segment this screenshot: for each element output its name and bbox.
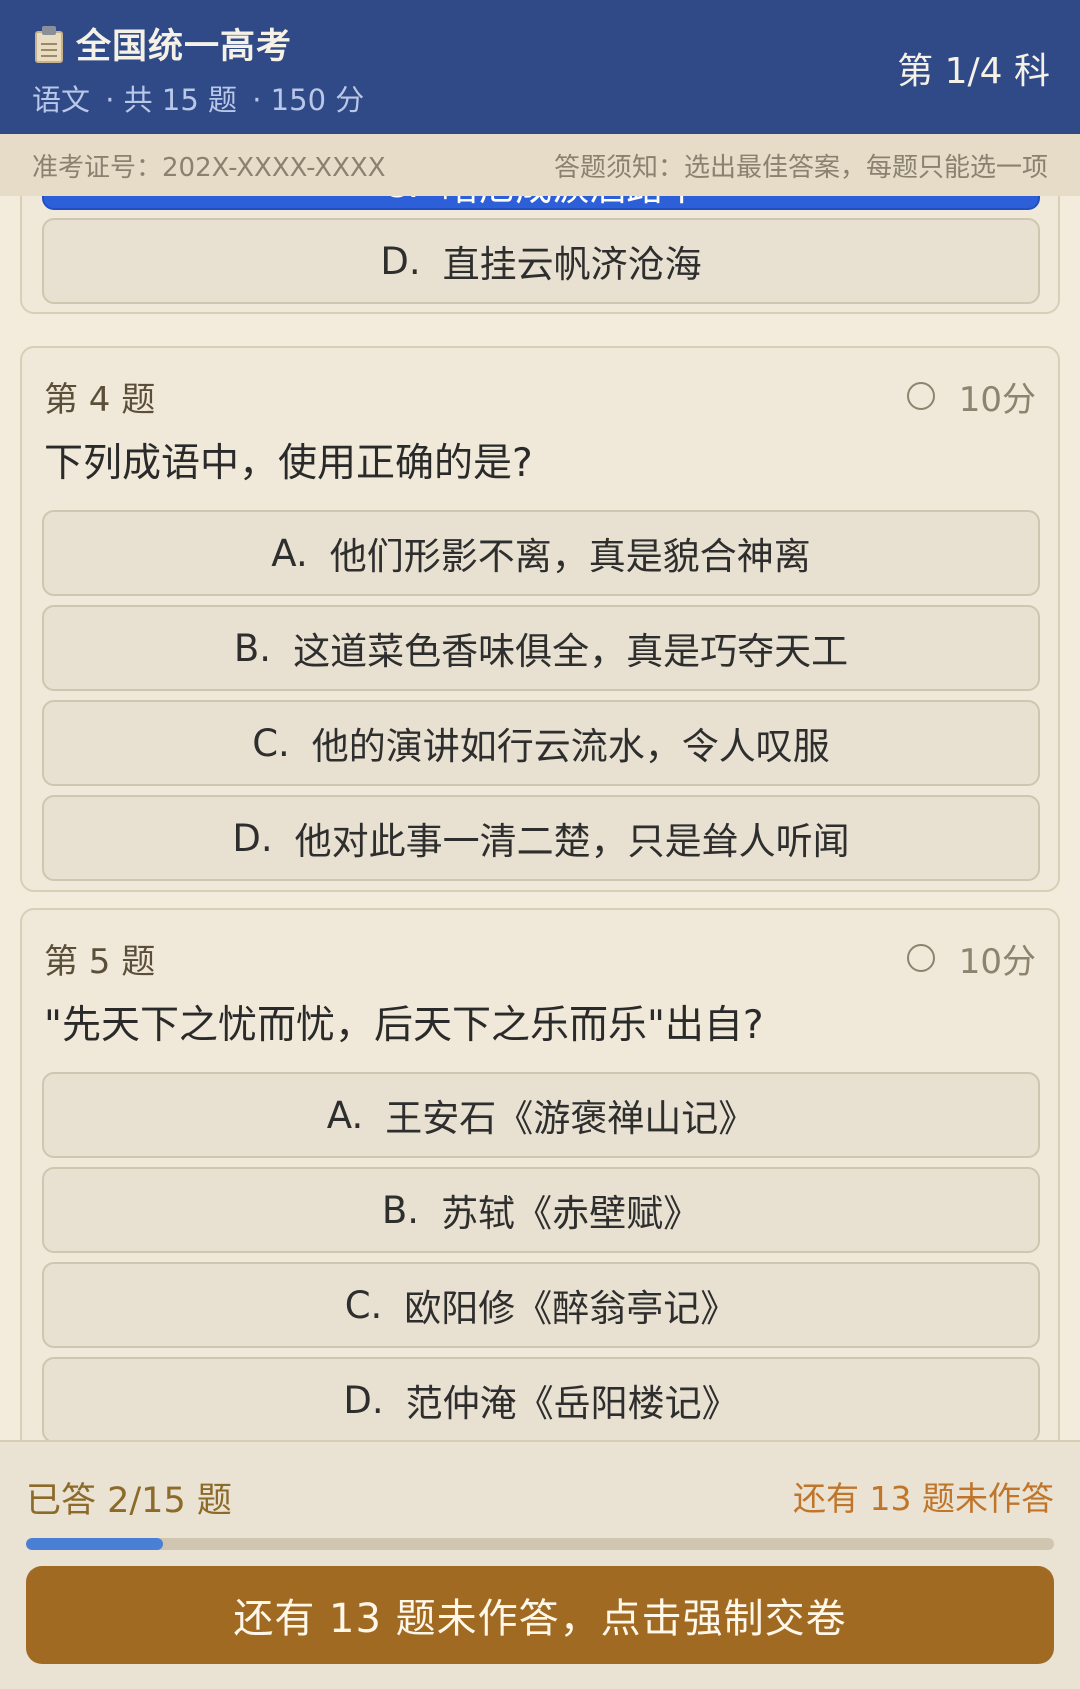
question-number: 第 5 题 bbox=[44, 941, 156, 982]
subject-label: 语文 bbox=[32, 83, 91, 117]
clipboard-icon bbox=[32, 25, 66, 63]
option-c[interactable]: C. 他的演讲如行云流水，令人叹服 bbox=[42, 700, 1040, 786]
answer-footer: 已答 2/15 题 还有 13 题未作答 还有 13 题未作答，点击强制交卷 bbox=[0, 1440, 1080, 1689]
answer-progress-bar bbox=[26, 1538, 1054, 1550]
exam-title: 全国统一高考 bbox=[76, 27, 293, 67]
option-text: 他的演讲如行云流水，令人叹服 bbox=[311, 725, 830, 768]
question-list[interactable]: C. 暗尼成淚酒路中 D. 直挂云帆济沧海 第 4 题 10分 下列成语中，使用… bbox=[0, 196, 1080, 1440]
option-text: 欧阳修《醉翁亭记》 bbox=[404, 1287, 738, 1330]
option-text: 他们形影不离，真是貌合神离 bbox=[329, 535, 811, 578]
option-b[interactable]: B. 这道菜色香味俱全，真是巧夺天工 bbox=[42, 605, 1040, 691]
answered-count: 已答 2/15 题 bbox=[26, 1481, 232, 1521]
question-score: 10分 bbox=[906, 934, 1036, 983]
exam-subtitle: 语文 · 共 15 题 · 150 分 bbox=[32, 77, 1048, 119]
remaining-count: 还有 13 题未作答 bbox=[793, 1479, 1054, 1518]
option-text: 直挂云帆济沧海 bbox=[442, 243, 702, 286]
title-row: 全国统一高考 bbox=[32, 18, 1048, 69]
option-c[interactable]: C. 暗尼成淚酒路中 bbox=[42, 196, 1040, 210]
exam-header: 全国统一高考 语文 · 共 15 题 · 150 分 第 1/4 科 bbox=[0, 0, 1080, 134]
option-d[interactable]: D. 范仲淹《岳阳楼记》 bbox=[42, 1357, 1040, 1440]
info-bar: 准考证号：202X-XXXX-XXXX 答题须知：选出最佳答案，每题只能选一项 bbox=[0, 134, 1080, 196]
option-text: 暗尼成淚酒路中 bbox=[441, 196, 700, 211]
question-card-3: C. 暗尼成淚酒路中 D. 直挂云帆济沧海 bbox=[20, 196, 1060, 314]
question-number: 第 4 题 bbox=[44, 379, 156, 420]
option-c[interactable]: C. 欧阳修《醉翁亭记》 bbox=[42, 1262, 1040, 1348]
total-score: · 150 分 bbox=[252, 83, 365, 117]
force-submit-button[interactable]: 还有 13 题未作答，点击强制交卷 bbox=[26, 1566, 1054, 1664]
option-text: 苏轼《赤壁赋》 bbox=[441, 1192, 701, 1235]
option-text: 王安石《游褒禅山记》 bbox=[385, 1097, 756, 1140]
question-card-4: 第 4 题 10分 下列成语中，使用正确的是? A. 他们形影不离，真是貌合神离… bbox=[20, 346, 1060, 892]
option-text: 他对此事一清二楚，只是耸人听闻 bbox=[294, 820, 850, 863]
question-header: 第 4 题 10分 bbox=[22, 366, 1058, 426]
unanswered-circle-icon bbox=[906, 944, 935, 972]
option-d[interactable]: D. 直挂云帆济沧海 bbox=[42, 218, 1040, 304]
option-d[interactable]: D. 他对此事一清二楚，只是耸人听闻 bbox=[42, 795, 1040, 881]
option-b[interactable]: B. 苏轼《赤壁赋》 bbox=[42, 1167, 1040, 1253]
question-count: · 共 15 题 bbox=[105, 83, 238, 117]
answer-notice: 答题须知：选出最佳答案，每题只能选一项 bbox=[553, 152, 1048, 183]
subject-progress: 第 1/4 科 bbox=[897, 51, 1050, 92]
option-text: 范仲淹《岳阳楼记》 bbox=[405, 1382, 739, 1425]
answer-progress-fill bbox=[26, 1538, 163, 1550]
option-a[interactable]: A. 王安石《游褒禅山记》 bbox=[42, 1072, 1040, 1158]
question-text: 下列成语中，使用正确的是? bbox=[44, 441, 533, 486]
unanswered-circle-icon bbox=[906, 382, 935, 410]
question-header: 第 5 题 10分 bbox=[22, 928, 1058, 988]
option-a[interactable]: A. 他们形影不离，真是貌合神离 bbox=[42, 510, 1040, 596]
question-score: 10分 bbox=[906, 372, 1036, 421]
option-text: 这道菜色香味俱全，真是巧夺天工 bbox=[293, 630, 849, 673]
question-card-5: 第 5 题 10分 "先天下之忧而忧，后天下之乐而乐"出自? A. 王安石《游褒… bbox=[20, 908, 1060, 1440]
question-text: "先天下之忧而忧，后天下之乐而乐"出自? bbox=[44, 1003, 764, 1048]
exam-id: 准考证号：202X-XXXX-XXXX bbox=[32, 152, 386, 183]
